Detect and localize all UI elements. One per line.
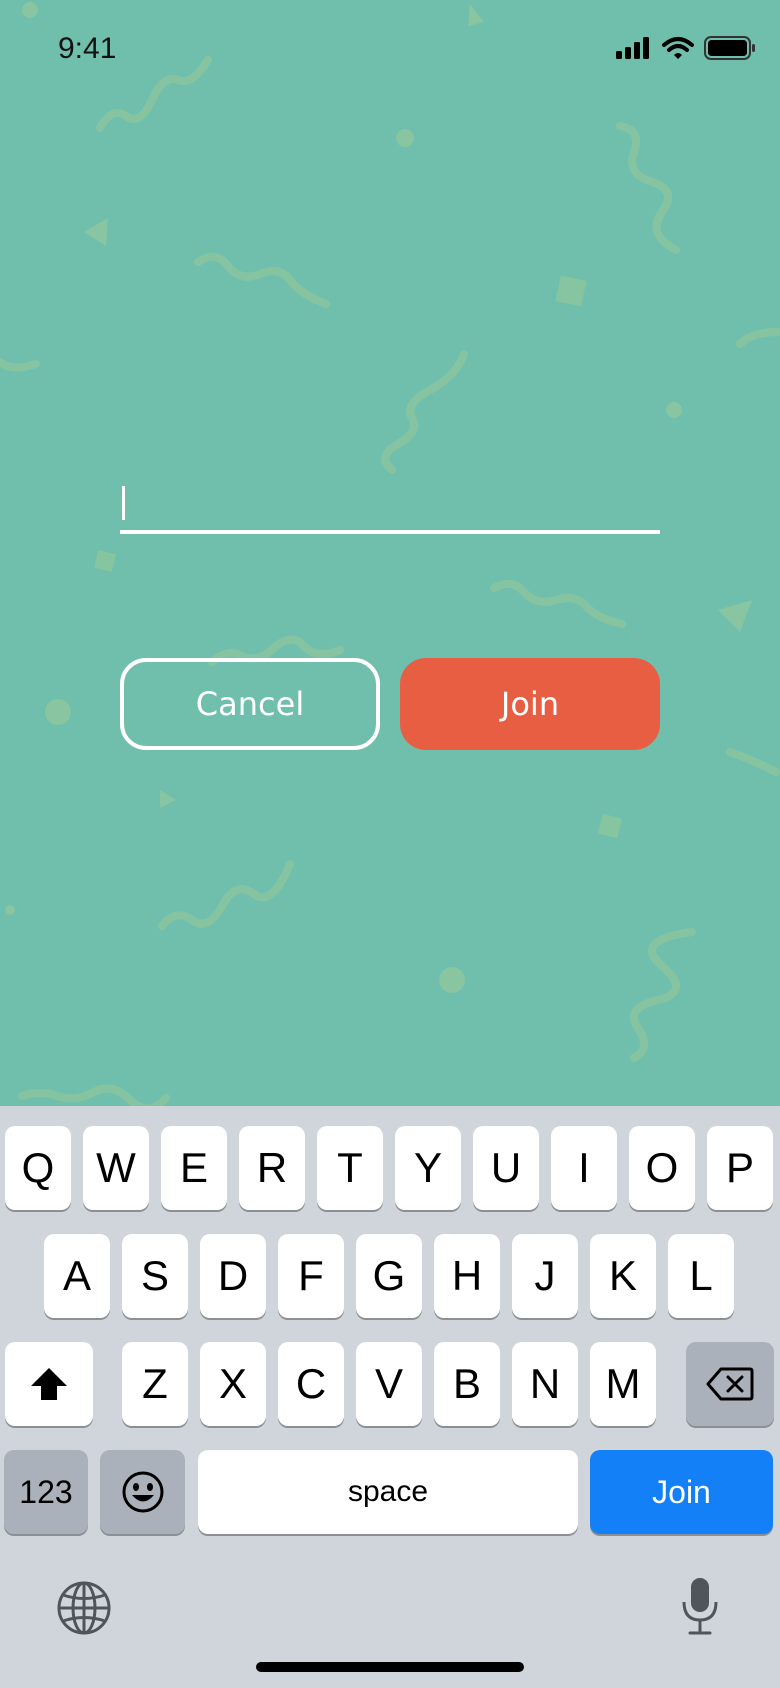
room-code-input[interactable] [120,470,660,534]
return-key-label: Join [652,1473,711,1510]
backspace-icon [706,1367,754,1401]
key-q[interactable]: Q [5,1126,71,1210]
key-l[interactable]: L [668,1234,734,1318]
battery-icon [704,36,755,60]
key-n[interactable]: N [512,1342,578,1426]
status-bar: 9:41 [0,0,780,100]
key-e[interactable]: E [161,1126,227,1210]
key-o[interactable]: O [629,1126,695,1210]
key-c[interactable]: C [278,1342,344,1426]
emoji-key[interactable] [100,1450,185,1534]
key-z[interactable]: Z [122,1342,188,1426]
join-room-screen: 9:41 Cancel Join Q W E R T Y U I O P A S… [0,0,780,1688]
numbers-key-label: 123 [19,1473,73,1510]
cancel-button-label: Cancel [195,685,305,723]
key-a[interactable]: A [44,1234,110,1318]
home-indicator[interactable] [256,1662,524,1672]
status-time: 9:41 [58,32,117,65]
status-icons [616,36,756,60]
key-label: M [605,1360,641,1407]
key-label: N [529,1360,561,1407]
space-key[interactable]: space [198,1450,578,1534]
key-d[interactable]: D [200,1234,266,1318]
key-j[interactable]: J [512,1234,578,1318]
return-join-key[interactable]: Join [590,1450,773,1534]
key-label: R [256,1144,288,1191]
key-t[interactable]: T [317,1126,383,1210]
numbers-key[interactable]: 123 [4,1450,88,1534]
key-label: S [140,1252,169,1299]
key-u[interactable]: U [473,1126,539,1210]
key-r[interactable]: R [239,1126,305,1210]
cellular-signal-icon [616,37,649,59]
key-k[interactable]: K [590,1234,656,1318]
join-button-label: Join [500,685,560,723]
wifi-icon [662,37,694,59]
key-label: Q [21,1144,55,1191]
key-label: G [372,1252,406,1299]
shift-arrow-icon [31,1368,67,1400]
key-w[interactable]: W [83,1126,149,1210]
key-s[interactable]: S [122,1234,188,1318]
key-label: A [62,1252,91,1299]
join-button[interactable]: Join [400,658,660,750]
key-g[interactable]: G [356,1234,422,1318]
key-v[interactable]: V [356,1342,422,1426]
key-label: O [645,1144,679,1191]
space-key-label: space [347,1475,429,1508]
key-label: W [96,1144,136,1191]
backspace-key[interactable] [686,1342,774,1426]
cancel-button[interactable]: Cancel [120,658,380,750]
emoji-icon [122,1471,163,1513]
keyboard: Q W E R T Y U I O P A S D F G H J K L Z … [0,1106,780,1688]
key-label: E [179,1144,208,1191]
key-label: J [534,1252,556,1299]
key-label: I [578,1144,590,1191]
key-m[interactable]: M [590,1342,656,1426]
key-label: K [608,1252,637,1299]
background-pattern [0,2,780,1106]
key-label: P [725,1144,754,1191]
key-x[interactable]: X [200,1342,266,1426]
key-label: L [689,1252,713,1299]
key-y[interactable]: Y [395,1126,461,1210]
text-cursor [122,486,125,520]
key-label: C [295,1360,327,1407]
key-label: D [217,1252,249,1299]
key-label: Z [142,1360,168,1407]
key-p[interactable]: P [707,1126,773,1210]
key-h[interactable]: H [434,1234,500,1318]
key-b[interactable]: B [434,1342,500,1426]
key-label: X [218,1360,247,1407]
shift-key[interactable] [5,1342,93,1426]
key-f[interactable]: F [278,1234,344,1318]
key-label: B [452,1360,481,1407]
globe-icon[interactable] [56,1580,112,1636]
key-label: T [337,1144,363,1191]
key-label: V [374,1360,403,1407]
microphone-icon[interactable] [680,1576,720,1636]
key-label: Y [413,1144,442,1191]
key-label: H [451,1252,483,1299]
key-i[interactable]: I [551,1126,617,1210]
key-label: F [298,1252,324,1299]
key-label: U [490,1144,522,1191]
